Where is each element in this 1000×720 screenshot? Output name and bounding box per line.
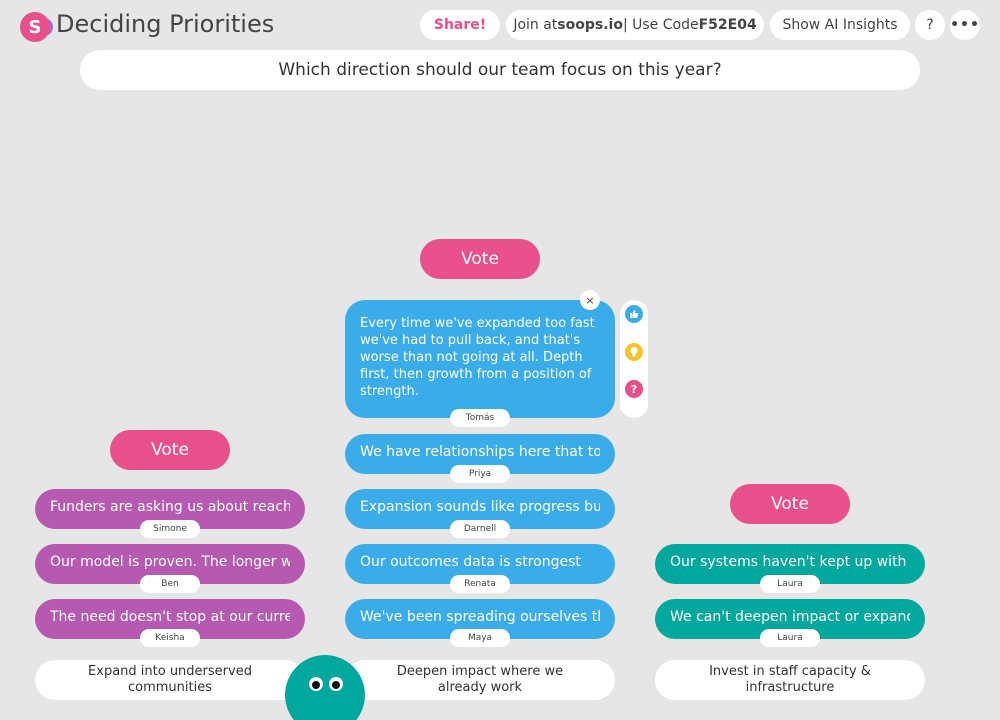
close-icon[interactable]: × [580,290,600,310]
idea-text: We have relationships here that took [360,444,600,460]
join-prefix: Join at [513,17,558,33]
author-tag: Maya [450,629,510,647]
vote-button-deepen[interactable]: Vote [420,239,540,279]
show-ai-insights-button[interactable]: Show AI Insights [770,10,910,40]
more-options-button[interactable]: ••• [950,10,980,40]
join-mid: | Use Code [622,17,699,33]
app-logo: S [20,12,53,42]
idea-text: Our model is proven. The longer we [50,554,290,570]
idea-text: We've been spreading ourselves thin [360,609,600,625]
idea-text: The need doesn't stop at our current [50,609,290,625]
mascot-eye [327,675,345,693]
author-tag: Laura [760,575,820,593]
idea-text: Funders are asking us about reach. If [50,499,290,515]
idea-text: Expansion sounds like progress but it [360,499,600,515]
help-button[interactable]: ? [915,10,945,40]
idea-text: We can't deepen impact or expand [670,609,910,625]
author-tag: Simone [140,520,200,538]
author-tag: Tomás [450,409,510,427]
author-tag: Laura [760,629,820,647]
vote-button-expand[interactable]: Vote [110,430,230,470]
category-label-invest[interactable]: Invest in staff capacity & infrastructur… [655,660,925,700]
author-tag: Ben [140,575,200,593]
idea-text: Our systems haven't kept up with [670,554,907,570]
lightbulb-icon[interactable] [625,343,643,361]
app-title: Deciding Priorities [56,10,275,38]
category-label-expand[interactable]: Expand into underserved communities [35,660,305,700]
expanded-idea-text: Every time we've expanded too fast we've… [360,316,595,399]
vote-button-invest[interactable]: Vote [730,484,850,524]
author-tag: Renata [450,575,510,593]
author-tag: Darnell [450,520,510,538]
share-button[interactable]: Share! [420,10,500,40]
thumbs-up-icon[interactable] [625,305,643,323]
mascot-eye [307,675,325,693]
idea-text: Our outcomes data is strongest [360,554,581,570]
category-label-deepen[interactable]: Deepen impact where we already work [345,660,615,700]
reaction-panel: ? [620,300,648,418]
expanded-idea-card[interactable]: Every time we've expanded too fast we've… [345,300,615,418]
author-tag: Priya [450,465,510,483]
join-info: Join at soops.io | Use Code F52E04 [506,10,764,40]
question-icon[interactable]: ? [625,380,643,398]
join-site: soops.io [557,17,623,33]
author-tag: Keisha [140,629,200,647]
question-banner: Which direction should our team focus on… [80,50,920,90]
join-code: F52E04 [698,17,757,33]
